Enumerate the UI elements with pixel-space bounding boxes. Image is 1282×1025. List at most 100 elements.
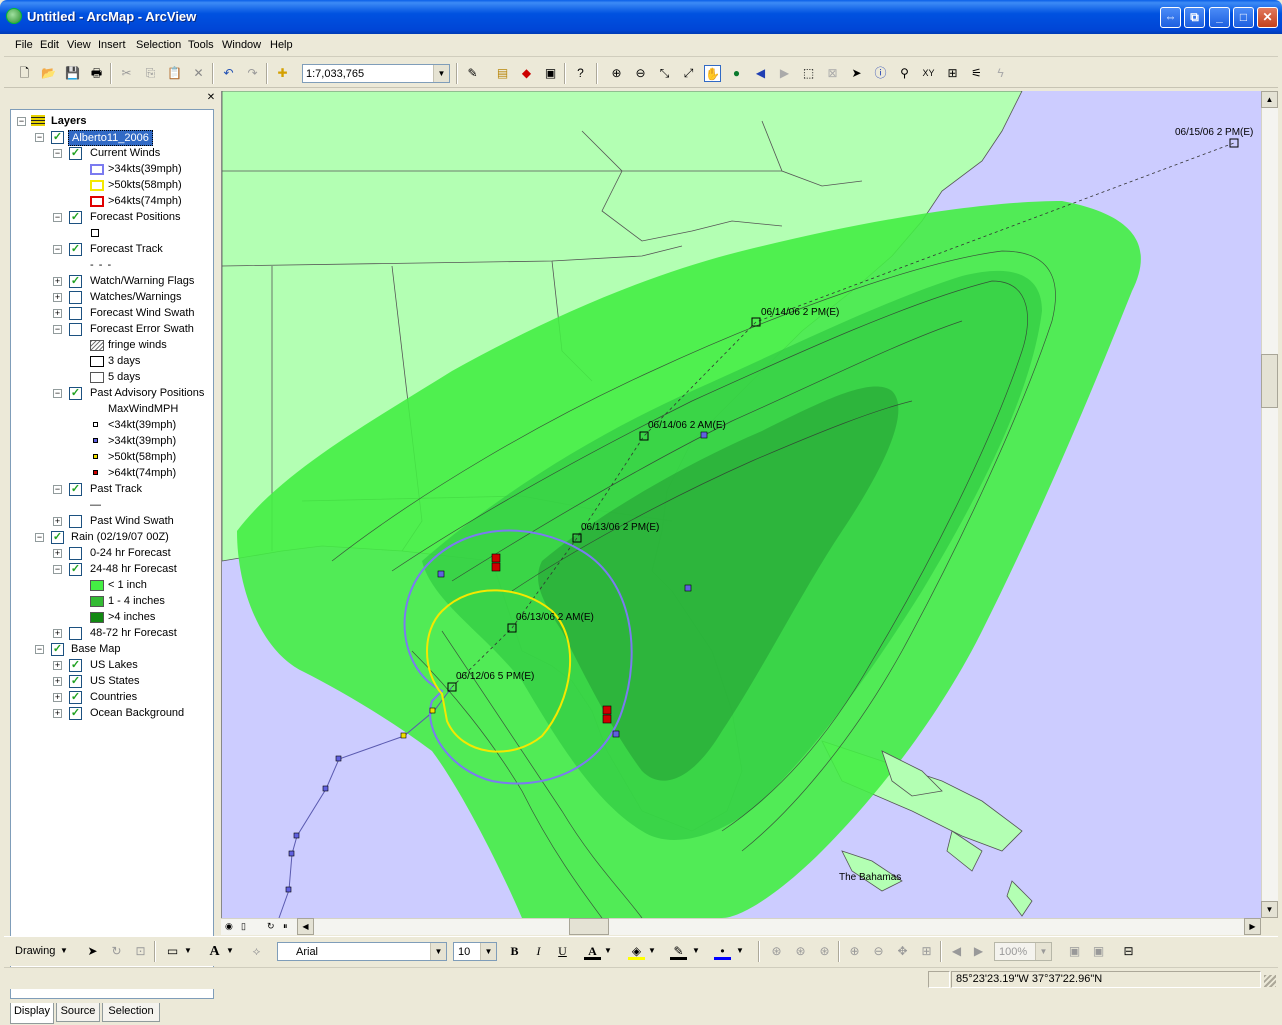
layer-label[interactable]: Watch/Warning Flags [90, 275, 194, 287]
layout-pan-icon[interactable]: ✥ [894, 943, 911, 960]
chevron-down-icon[interactable]: ▼ [648, 946, 656, 955]
collapse-icon[interactable]: − [53, 325, 62, 334]
expand-icon[interactable]: + [53, 277, 62, 286]
collapse-icon[interactable]: − [53, 485, 62, 494]
collapse-icon[interactable]: − [53, 565, 62, 574]
chevron-down-icon[interactable]: ▼ [226, 946, 234, 955]
expand-icon[interactable]: + [53, 629, 62, 638]
chevron-down-icon[interactable]: ▼ [736, 946, 744, 955]
forward-extent-icon[interactable]: ▶ [776, 65, 793, 82]
layer-checkbox[interactable] [69, 307, 82, 320]
chevron-down-icon[interactable]: ▼ [184, 946, 192, 955]
layer-label[interactable]: Past Track [90, 483, 142, 495]
layer-checkbox[interactable] [69, 547, 82, 560]
rectangle-icon[interactable]: ▭ [164, 943, 181, 960]
topology-tool-2-icon[interactable]: ⊛ [792, 943, 809, 960]
tab-display[interactable]: Display [10, 1003, 54, 1024]
layer-checkbox[interactable] [69, 627, 82, 640]
layer-checkbox[interactable]: ✓ [51, 643, 64, 656]
layer-label[interactable]: Ocean Background [90, 707, 184, 719]
layer-label[interactable]: Countries [90, 691, 137, 703]
menu-help[interactable]: Help [270, 39, 293, 51]
layout-full-page-icon[interactable]: ⊞ [918, 943, 935, 960]
expand-icon[interactable]: + [53, 309, 62, 318]
menu-view[interactable]: View [67, 39, 91, 51]
cut-icon[interactable]: ✂ [118, 65, 135, 82]
arctoolbox-icon[interactable]: ◆ [518, 65, 535, 82]
print-icon[interactable]: 🖶 [88, 65, 105, 82]
layer-label[interactable]: 48-72 hr Forecast [90, 627, 177, 639]
layout-forward-icon[interactable]: ▶ [970, 943, 987, 960]
layer-checkbox[interactable] [69, 291, 82, 304]
zoom-in-icon[interactable]: ⊕ [608, 65, 625, 82]
topology-tool-icon[interactable]: ⊛ [768, 943, 785, 960]
topology-tool-3-icon[interactable]: ⊛ [816, 943, 833, 960]
expand-icon[interactable]: + [53, 549, 62, 558]
layer-label[interactable]: 24-48 hr Forecast [90, 563, 177, 575]
expand-icon[interactable]: + [53, 693, 62, 702]
focus-data-frame-icon[interactable]: ▣ [1090, 943, 1107, 960]
line-color-icon[interactable]: ✎ [670, 943, 687, 960]
layout-view-icon[interactable]: ▯ [241, 921, 246, 932]
drawing-menu[interactable]: Drawing [15, 945, 55, 957]
paste-icon[interactable]: 📋 [166, 65, 183, 82]
rotate-icon[interactable]: ↻ [108, 943, 125, 960]
whats-this-icon[interactable]: ? [572, 65, 589, 82]
map-horizontal-scrollbar[interactable]: ◉ ▯ ↻ ⏸ ◀ ▶ [221, 918, 1261, 935]
identify-icon[interactable]: ⓘ [872, 65, 889, 82]
new-text-icon[interactable]: A [206, 943, 223, 960]
open-folder-icon[interactable]: 📂 [40, 65, 57, 82]
minimize-button[interactable]: _ [1209, 7, 1230, 28]
measure-icon[interactable]: ⊞ [944, 65, 961, 82]
extra-titlebar-button[interactable]: ⇔ [1160, 7, 1181, 28]
back-extent-icon[interactable]: ◀ [752, 65, 769, 82]
editor-toolbar-icon[interactable]: ✎ [464, 65, 481, 82]
zoom-out-icon[interactable]: ⊖ [632, 65, 649, 82]
scroll-down-icon[interactable]: ▼ [1261, 901, 1278, 918]
layer-checkbox[interactable]: ✓ [69, 659, 82, 672]
layer-checkbox[interactable] [69, 515, 82, 528]
layer-checkbox[interactable]: ✓ [69, 691, 82, 704]
chevron-down-icon[interactable]: ▼ [692, 946, 700, 955]
full-extent-globe-icon[interactable]: ● [728, 65, 745, 82]
map-display[interactable]: 06/15/06 2 PM(E) 06/14/06 2 PM(E) 06/14/… [221, 91, 1261, 918]
italic-icon[interactable]: I [530, 943, 547, 960]
layer-label[interactable]: Forecast Error Swath [90, 323, 194, 335]
fixed-zoom-in-icon[interactable]: ⤡ [656, 65, 673, 82]
delete-icon[interactable]: ✕ [190, 65, 207, 82]
collapse-icon[interactable]: − [17, 117, 26, 126]
layer-label-alberto[interactable]: Alberto11_2006 [68, 130, 153, 146]
collapse-icon[interactable]: − [53, 149, 62, 158]
layer-label[interactable]: 0-24 hr Forecast [90, 547, 171, 559]
expand-icon[interactable]: + [53, 709, 62, 718]
collapse-icon[interactable]: − [35, 133, 44, 142]
change-layout-icon[interactable]: ⊟ [1120, 943, 1137, 960]
clear-selection-icon[interactable]: ⊠ [824, 65, 841, 82]
expand-icon[interactable]: + [53, 517, 62, 526]
close-icon[interactable]: ✕ [206, 93, 216, 103]
marker-color-icon[interactable]: • [714, 943, 731, 960]
menu-selection[interactable]: Selection [136, 39, 181, 51]
zoom-whole-page-icon[interactable]: ⊡ [132, 943, 149, 960]
layer-label[interactable]: Past Advisory Positions [90, 387, 204, 399]
layer-label[interactable]: Rain (02/19/07 00Z) [71, 531, 169, 543]
font-color-icon[interactable]: A [584, 943, 601, 960]
collapse-icon[interactable]: − [53, 245, 62, 254]
refresh-icon[interactable]: ↻ [267, 921, 275, 932]
undo-icon[interactable]: ↶ [220, 65, 237, 82]
pause-drawing-icon[interactable]: ⏸ [283, 921, 288, 932]
collapse-icon[interactable]: − [53, 389, 62, 398]
scroll-left-icon[interactable]: ◀ [297, 918, 314, 935]
expand-icon[interactable]: + [53, 293, 62, 302]
menu-tools[interactable]: Tools [188, 39, 214, 51]
layer-checkbox[interactable] [69, 323, 82, 336]
scroll-thumb[interactable] [569, 918, 609, 935]
map-scale-combo[interactable]: 1:7,033,765 ▼ [302, 64, 450, 83]
font-family-combo[interactable]: Arial ▼ [277, 942, 447, 961]
layer-checkbox[interactable]: ✓ [69, 483, 82, 496]
chevron-down-icon[interactable]: ▼ [604, 946, 612, 955]
collapse-icon[interactable]: − [35, 533, 44, 542]
layer-checkbox[interactable]: ✓ [69, 243, 82, 256]
layer-checkbox[interactable]: ✓ [69, 211, 82, 224]
layer-label[interactable]: Forecast Positions [90, 211, 180, 223]
